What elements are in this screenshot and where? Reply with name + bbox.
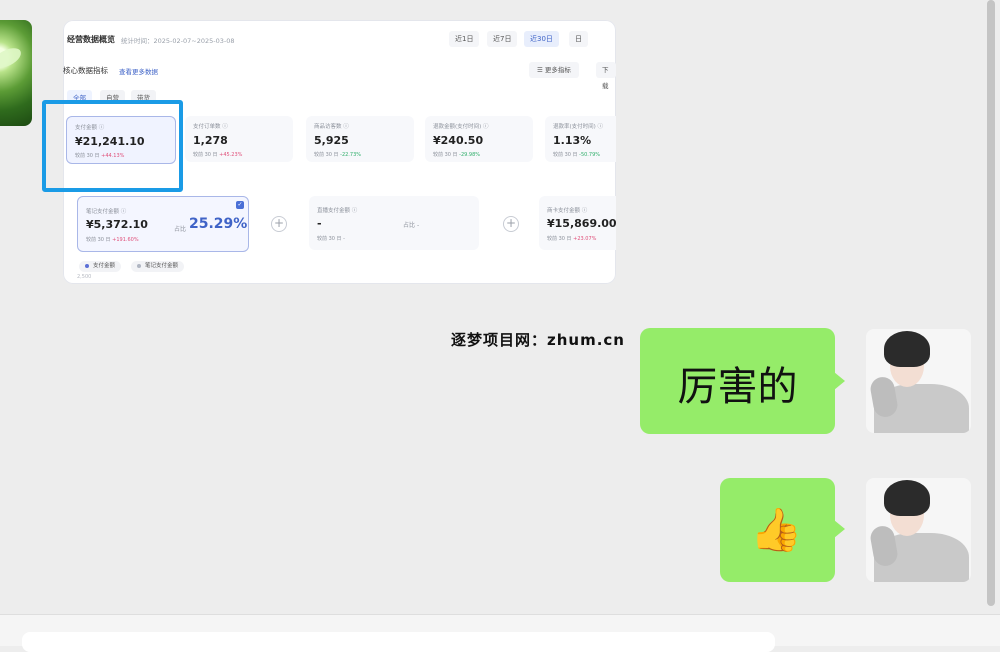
metric-compare: 较前 30 日 -22.73%: [314, 152, 362, 158]
metric-change: +23.07%: [573, 236, 597, 242]
ratio-label: 占比: [174, 226, 187, 233]
legend-dot: [85, 263, 89, 268]
bubble-tail: [834, 372, 845, 390]
metric-label: 直播支付金额 ⓘ: [317, 208, 358, 214]
metric-compare: 较前 30 日 +45.23%: [193, 152, 243, 158]
metric-change: -29.98%: [459, 152, 481, 158]
live-payment-card: 直播支付金额 ⓘ - 较前 30 日 - 占比 -: [309, 196, 479, 250]
metric-label: 支付订单数 ⓘ: [193, 124, 228, 130]
metric-change: +45.23%: [219, 152, 243, 158]
thumbs-up-icon: 👍: [750, 505, 803, 554]
legend-note-payment: 笔记支付金额: [131, 261, 185, 272]
axis-tick: 2,500: [77, 274, 92, 280]
metric-card-refund-amount: 退款金额(支付时间) ⓘ ¥240.50 较前 30 日 -29.98%: [425, 116, 533, 162]
ratio-label: 占比 -: [403, 222, 420, 229]
metric-card-orders: 支付订单数 ⓘ 1,278 较前 30 日 +45.23%: [185, 116, 293, 162]
watermark-text: 逐梦项目网：zhum.cn: [451, 331, 625, 349]
metric-value: -: [317, 217, 322, 230]
bubble-tail: [834, 520, 845, 538]
metric-value: ¥240.50: [433, 134, 484, 147]
metric-value: ¥5,372.10: [86, 218, 148, 231]
chat-scrollbar[interactable]: [987, 0, 995, 606]
message-bubble[interactable]: 厉害的: [640, 328, 835, 434]
legend-dot: [137, 263, 141, 268]
more-metrics-label: 更多指标: [544, 66, 571, 74]
dashboard-title: 经营数据概览: [67, 35, 115, 44]
metric-label: 商卡支付金额 ⓘ: [547, 208, 588, 214]
metric-card-visitors: 商品访客数 ⓘ 5,925 较前 30 日 -22.73%: [306, 116, 414, 162]
plus-icon: +: [271, 216, 287, 232]
metric-label: 商品访客数 ⓘ: [314, 124, 349, 130]
metric-compare: 较前 30 日 +23.07%: [547, 236, 597, 242]
metric-compare: 较前 30 日 -: [317, 236, 345, 242]
metric-compare: 较前 30 日 -50.79%: [553, 152, 601, 158]
legend-payment: 支付金额: [79, 261, 122, 272]
range-30d: 近30日: [524, 31, 559, 47]
plus-icon: +: [503, 216, 519, 232]
contact-avatar-left[interactable]: [0, 20, 32, 126]
more-metrics-button: ☰ 更多指标: [529, 62, 579, 78]
time-range-value: 2025-02-07~2025-03-08: [153, 37, 235, 45]
metric-value: 1.13%: [553, 134, 592, 147]
metric-compare: 较前 30 日 +191.60%: [86, 237, 139, 243]
metric-change: +191.60%: [112, 237, 139, 243]
metric-change: -: [343, 236, 345, 242]
metric-label: 退款率(支付时间) ⓘ: [553, 124, 604, 130]
message-bubble[interactable]: 👍: [720, 478, 835, 582]
core-metrics-label: 核心数据指标: [63, 66, 108, 75]
metric-card-refund-rate: 退款率(支付时间) ⓘ 1.13% 较前 30 日 -50.79%: [545, 116, 616, 162]
metric-label: 笔记支付金额 ⓘ: [86, 209, 127, 215]
range-7d: 近7日: [487, 31, 518, 47]
leaf-decoration: [0, 45, 24, 71]
checkmark-icon: ✓: [236, 201, 244, 209]
metric-compare: 较前 30 日 -29.98%: [433, 152, 481, 158]
user-avatar[interactable]: [866, 478, 971, 582]
avatar-hair: [884, 480, 930, 516]
message-input[interactable]: [22, 632, 775, 652]
highlight-box: [42, 100, 183, 192]
card-payment-card: 商卡支付金额 ⓘ ¥15,869.00 较前 30 日 +23.07%: [539, 196, 616, 250]
metric-change: -50.79%: [579, 152, 601, 158]
metric-value: ¥15,869.00: [547, 217, 616, 230]
time-label: 统计时间：: [121, 37, 154, 45]
ratio-value: 25.29%: [189, 216, 248, 232]
core-metrics-link: 查看更多数据: [119, 68, 158, 76]
user-avatar[interactable]: [866, 329, 971, 433]
metric-label: 退款金额(支付时间) ⓘ: [433, 124, 489, 130]
metric-value: 1,278: [193, 134, 228, 147]
range-1d: 近1日: [449, 31, 480, 47]
metric-change: -22.73%: [340, 152, 362, 158]
message-text: 厉害的: [677, 364, 798, 410]
download-button: 下载: [596, 62, 616, 90]
dashboard-time-range: 统计时间：2025-02-07~2025-03-08: [121, 35, 235, 45]
avatar-hair: [884, 331, 930, 367]
list-icon: ☰: [537, 66, 545, 74]
note-payment-card: ✓ 笔记支付金额 ⓘ ¥5,372.10 较前 30 日 +191.60% 占比…: [77, 196, 249, 252]
metric-value: 5,925: [314, 134, 349, 147]
range-day: 日: [569, 31, 588, 47]
